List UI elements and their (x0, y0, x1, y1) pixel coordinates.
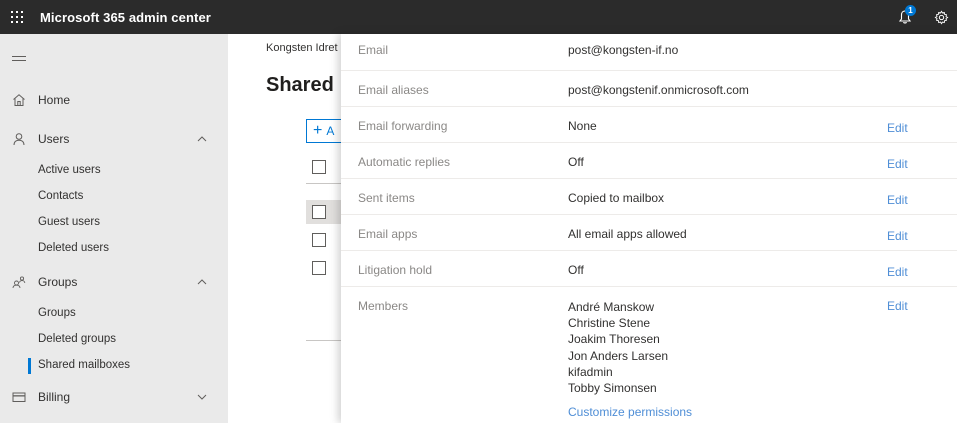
sidebar-item-billing[interactable]: Billing (0, 385, 228, 409)
member-name: André Manskow (568, 300, 655, 314)
member-name: kifadmin (568, 364, 613, 379)
sidebar-subitem-label: Contacts (38, 190, 84, 202)
detail-row-litigation-hold: Litigation hold Off Edit (341, 251, 957, 287)
person-icon (11, 131, 27, 147)
table-bottom-divider (306, 340, 346, 341)
sidebar-subitem-label: Shared mailboxes (38, 359, 131, 371)
sidebar-subitem-deleted-users[interactable]: Deleted users (0, 239, 228, 259)
edit-email-forwarding-link[interactable]: Edit (887, 121, 908, 135)
home-icon (11, 92, 27, 108)
chevron-up-icon (195, 132, 209, 146)
sidebar-item-groups[interactable]: Groups (0, 270, 228, 294)
row-label: Email aliases (358, 83, 429, 97)
sidebar-item-label: Users (38, 132, 70, 146)
edit-sent-items-link[interactable]: Edit (887, 193, 908, 207)
row-value: Off (568, 155, 584, 169)
sidebar-subitem-label: Active users (38, 164, 101, 176)
detail-row-sent-items: Sent items Copied to mailbox Edit (341, 179, 957, 215)
row-label: Litigation hold (358, 263, 433, 277)
group-icon (11, 274, 27, 290)
settings-button[interactable] (925, 0, 957, 34)
hamburger-icon (12, 56, 26, 61)
sidebar-subitem-label: Groups (38, 307, 76, 319)
breadcrumb[interactable]: Kongsten Idret (266, 42, 338, 54)
sidebar-subitem-label: Guest users (38, 216, 100, 228)
row-value: Copied to mailbox (568, 191, 665, 205)
edit-email-apps-link[interactable]: Edit (887, 229, 908, 243)
row-checkbox[interactable] (312, 205, 326, 219)
row-value: None (568, 119, 597, 133)
row-value: Off (568, 263, 584, 277)
sidebar-subitem-groups[interactable]: Groups (0, 304, 228, 324)
sidebar-item-label: Home (38, 93, 71, 107)
mailbox-details-panel: Email post@kongsten-if.no Email aliases … (341, 34, 957, 423)
detail-row-members: Members Edit André Manskow Christine Ste… (341, 287, 957, 423)
row-value: All email apps allowed (568, 227, 687, 241)
edit-litigation-hold-link[interactable]: Edit (887, 265, 908, 279)
app-title[interactable]: Microsoft 365 admin center (40, 10, 211, 25)
row-label: Email (358, 43, 389, 57)
detail-row-automatic-replies: Automatic replies Off Edit (341, 143, 957, 179)
edit-automatic-replies-link[interactable]: Edit (887, 157, 908, 171)
sidebar-subitem-guest-users[interactable]: Guest users (0, 213, 228, 233)
sidebar-subitem-label: Deleted users (38, 242, 109, 254)
row-value: post@kongsten-if.no (568, 43, 679, 57)
row-checkbox[interactable] (312, 233, 326, 247)
select-all-checkbox[interactable] (312, 160, 326, 174)
sidebar-subitem-label: Deleted groups (38, 333, 116, 345)
active-indicator (28, 358, 31, 374)
collapse-nav-button[interactable] (12, 53, 26, 67)
gear-icon (934, 10, 948, 24)
edit-members-link[interactable]: Edit (887, 299, 908, 313)
sidebar-subitem-shared-mailboxes[interactable]: Shared mailboxes (0, 356, 228, 376)
sidebar-subitem-contacts[interactable]: Contacts (0, 187, 228, 207)
detail-row-email: Email post@kongsten-if.no (341, 34, 957, 71)
sidebar-subitem-active-users[interactable]: Active users (0, 161, 228, 181)
members-list: André Manskow Christine Stene Joakim Tho… (568, 299, 668, 396)
sidebar-item-home[interactable]: Home (0, 88, 228, 112)
customize-permissions-link[interactable]: Customize permissions (568, 405, 692, 419)
sidebar-subitem-deleted-groups[interactable]: Deleted groups (0, 330, 228, 350)
row-label: Members (358, 299, 409, 313)
notification-badge: 1 (905, 5, 916, 16)
member-name: Joakim Thoresen (568, 332, 660, 347)
waffle-icon (11, 11, 23, 23)
sidebar-item-label: Billing (38, 390, 71, 404)
sidebar: Home Users Active users Contacts Guest u… (0, 34, 228, 423)
detail-row-email-apps: Email apps All email apps allowed Edit (341, 215, 957, 251)
detail-row-email-aliases: Email aliases post@kongstenif.onmicrosof… (341, 71, 957, 107)
chevron-up-icon (195, 275, 209, 289)
add-button-label: A (326, 124, 335, 138)
row-label: Sent items (358, 191, 415, 205)
plus-icon: + (313, 122, 323, 139)
row-label: Automatic replies (358, 155, 451, 169)
row-label: Email forwarding (358, 119, 448, 133)
top-bar: Microsoft 365 admin center 1 (0, 0, 957, 34)
app-launcher-button[interactable] (0, 0, 34, 34)
sidebar-item-users[interactable]: Users (0, 127, 228, 151)
member-name: Jon Anders Larsen (568, 348, 669, 363)
chevron-down-icon (195, 390, 209, 404)
row-checkbox[interactable] (312, 261, 326, 275)
notifications-button[interactable]: 1 (885, 0, 925, 34)
sidebar-item-label: Groups (38, 275, 78, 289)
member-name: Christine Stene (568, 316, 651, 331)
member-name: Tobby Simonsen (568, 381, 657, 396)
row-value: post@kongstenif.onmicrosoft.com (568, 83, 749, 97)
detail-row-email-forwarding: Email forwarding None Edit (341, 107, 957, 143)
page-title: Shared (266, 74, 334, 96)
header-divider (306, 183, 346, 184)
row-label: Email apps (358, 227, 418, 241)
credit-card-icon (11, 389, 27, 405)
